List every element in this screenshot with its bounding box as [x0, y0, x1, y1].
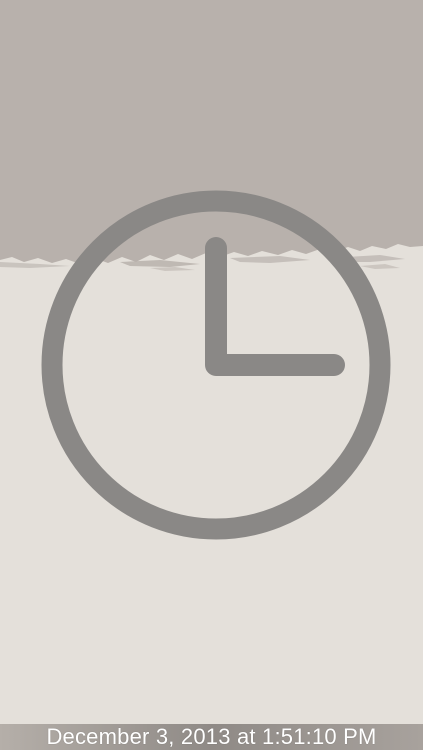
footer-bar-bg — [0, 724, 423, 750]
timestamp-text: December 3, 2013 at 1:51:10 PM — [46, 724, 377, 749]
lock-screen: December 3, 2013 at 1:51:10 PM — [0, 0, 423, 750]
timestamp-bar: December 3, 2013 at 1:51:10 PM — [0, 724, 423, 750]
